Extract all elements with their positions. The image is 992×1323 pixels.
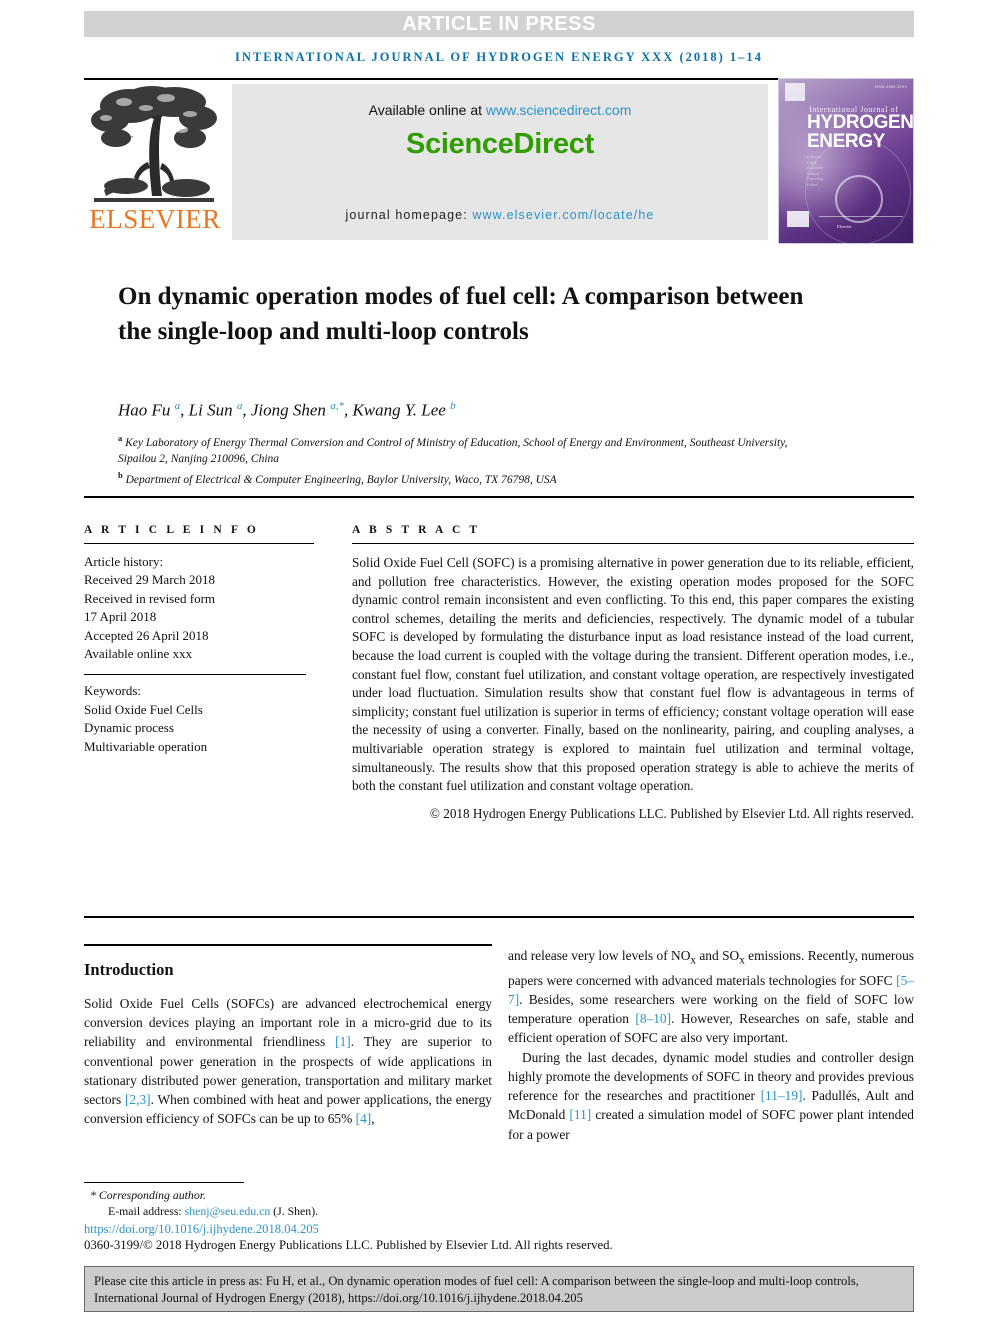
cite-this-article-box: Please cite this article in press as: Fu… [84, 1266, 914, 1312]
article-page: ARTICLE IN PRESS INTERNATIONAL JOURNAL O… [0, 0, 992, 1323]
elsevier-logo-block: ELSEVIER [84, 84, 226, 240]
author-list: Hao Fu a, Li Sun a, Jiong Shen a,*, Kwan… [118, 400, 456, 420]
cover-divider [819, 216, 903, 217]
article-in-press-label: ARTICLE IN PRESS [402, 12, 596, 35]
corresponding-author-note: * Corresponding author. [84, 1188, 604, 1204]
journal-cover-image: ISSN 0360-3199 International Journal of … [778, 78, 914, 244]
email-line: E-mail address: shenj@seu.edu.cn (J. She… [84, 1204, 604, 1220]
article-info-heading: A R T I C L E I N F O [84, 524, 259, 536]
affiliation-marker-b: b [118, 469, 123, 480]
cover-editor-label-3: Founding Editor [807, 177, 823, 187]
abstract-heading-rule [352, 543, 914, 544]
email-link[interactable]: shenj@seu.edu.cn [185, 1204, 271, 1218]
cover-society-logo-icon [787, 211, 809, 227]
footnote-block: * Corresponding author. E-mail address: s… [84, 1188, 604, 1219]
cover-publisher: Elsevier [837, 224, 852, 229]
cover-barcode-icon [785, 83, 805, 101]
info-zone-top-rule [84, 496, 914, 498]
affiliation-marker-a: a [118, 433, 123, 443]
cover-editor-list: Editor-in-Chief Associate Editors Foundi… [807, 155, 907, 189]
abstract-copyright: © 2018 Hydrogen Energy Publications LLC.… [429, 805, 914, 821]
keyword-item: Dynamic process [84, 720, 174, 736]
cover-editor-label-2: Associate Editors [807, 166, 824, 176]
journal-homepage-prefix: journal homepage: [345, 208, 473, 222]
history-received: Received 29 March 2018 [84, 572, 216, 588]
keyword-item: Multivariable operation [84, 738, 208, 754]
history-label: Article history: [84, 554, 164, 569]
cite-this-article-text: Please cite this article in press as: Fu… [94, 1274, 859, 1305]
body-column-left: Introduction Solid Oxide Fuel Cells (SOF… [84, 952, 492, 1128]
article-info-heading-rule [84, 543, 314, 544]
sciencedirect-url-link[interactable]: www.sciencedirect.com [486, 102, 632, 118]
history-revised-label: Received in revised form [84, 590, 216, 606]
affiliation-a: a Key Laboratory of Energy Thermal Conve… [118, 430, 818, 467]
journal-running-head: INTERNATIONAL JOURNAL OF HYDROGEN ENERGY… [235, 50, 763, 64]
email-owner: (J. Shen). [270, 1203, 319, 1218]
masthead: ELSEVIER Available online at www.science… [84, 78, 914, 244]
cover-editor-label-1: Editor-in-Chief [807, 155, 823, 165]
history-available-online: Available online xxx [84, 646, 193, 662]
abstract-heading: A B S T R A C T [352, 524, 481, 536]
affiliation-b: b Department of Electrical & Computer En… [118, 467, 818, 488]
journal-homepage-line: journal homepage: www.elsevier.com/locat… [232, 208, 768, 222]
corresponding-author-text: Corresponding author. [98, 1188, 206, 1202]
available-online-prefix: Available online at [368, 102, 486, 118]
email-label: E-mail address: [108, 1203, 185, 1218]
corresponding-author-marker: * [90, 1188, 96, 1202]
cover-issn: ISSN 0360-3199 [874, 85, 907, 89]
intro-paragraph-1-cont: and release very low levels of NOx and S… [508, 948, 914, 1046]
intro-paragraph-2: During the last decades, dynamic model s… [508, 1049, 914, 1142]
article-history-block: Article history: Received 29 March 2018 … [84, 553, 314, 663]
affiliation-b-text: Department of Electrical & Computer Engi… [125, 473, 557, 486]
page-title: On dynamic operation modes of fuel cell:… [118, 282, 804, 345]
journal-homepage-link[interactable]: www.elsevier.com/locate/he [472, 208, 654, 222]
history-revised-date: 17 April 2018 [84, 609, 157, 625]
info-zone-bottom-rule [84, 916, 914, 918]
keyword-item: Solid Oxide Fuel Cells [84, 701, 203, 717]
keywords-label: Keywords: [84, 683, 142, 699]
footnote-rule [84, 1182, 244, 1183]
abstract-text: Solid Oxide Fuel Cell (SOFC) is a promis… [352, 555, 914, 794]
section-heading-introduction: Introduction [84, 960, 174, 979]
article-info-divider [84, 674, 306, 676]
keywords-block: Keywords: Solid Oxide Fuel Cells Dynamic… [84, 682, 314, 756]
body-column-right: and release very low levels of NOx and S… [508, 946, 914, 1144]
available-online-line: Available online at www.sciencedirect.co… [232, 102, 768, 118]
body-top-rule [84, 944, 492, 946]
article-in-press-banner: ARTICLE IN PRESS [84, 11, 914, 37]
affiliations: a Key Laboratory of Energy Thermal Conve… [118, 430, 818, 488]
sciencedirect-panel: Available online at www.sciencedirect.co… [232, 84, 768, 240]
cover-title-line2: HYDROGEN [807, 112, 914, 133]
abstract-column: A B S T R A C T Solid Oxide Fuel Cell (S… [352, 524, 914, 822]
elsevier-tree-icon [91, 86, 217, 202]
cover-title-line3: ENERGY [807, 131, 885, 152]
elsevier-wordmark: ELSEVIER [89, 204, 221, 234]
history-accepted: Accepted 26 April 2018 [84, 627, 209, 643]
affiliation-a-text: Key Laboratory of Energy Thermal Convers… [118, 436, 788, 465]
issn-copyright-line: 0360-3199/© 2018 Hydrogen Energy Publica… [84, 1238, 613, 1252]
doi-link[interactable]: https://doi.org/10.1016/j.ijhydene.2018.… [84, 1222, 319, 1237]
intro-paragraph-1: Solid Oxide Fuel Cells (SOFCs) are advan… [84, 996, 492, 1127]
article-info-column: A R T I C L E I N F O Article history: R… [84, 524, 314, 756]
sciencedirect-logo: ScienceDirect [406, 128, 594, 160]
